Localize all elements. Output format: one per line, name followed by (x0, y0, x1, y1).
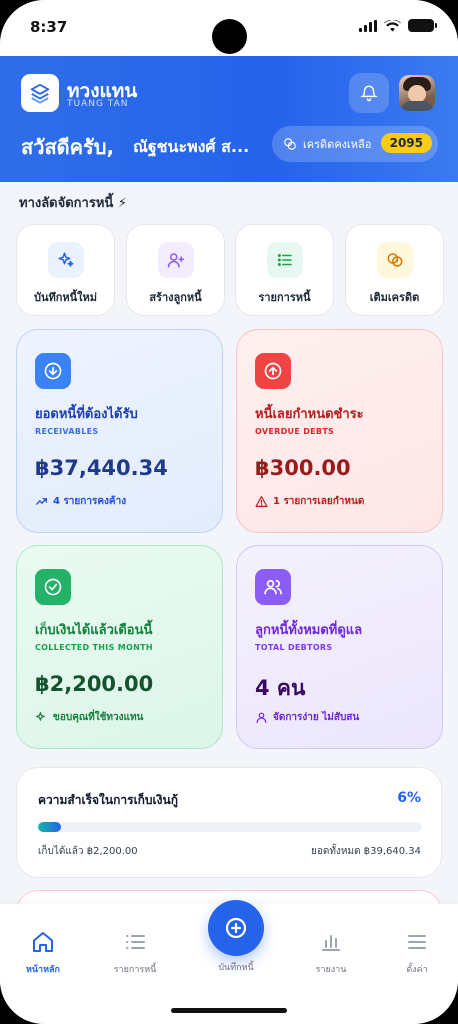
shortcut-label: รายการหนี้ (258, 291, 311, 304)
card-title: ลูกหนี้ทั้งหมดที่ดูแล (255, 623, 363, 638)
trend-up-icon (35, 498, 48, 505)
tab-home[interactable]: หน้าหลัก (8, 930, 78, 976)
app-header: ทวงแทน TUANG TAN สวัสดีครับ, ณัฐชนะพงศ์ … (0, 56, 458, 182)
home-icon (33, 932, 53, 952)
progress-title: ความสำเร็จในการเก็บเงินกู้ (38, 793, 178, 807)
status-bar: 8:37 (0, 0, 458, 56)
card-footer: 1 รายการเลยกำหนด (255, 494, 364, 509)
shortcut-record-debt[interactable]: บันทึกหนี้ใหม่ (16, 224, 115, 316)
status-time: 8:37 (30, 18, 68, 36)
shortcut-label: เติมเครดิต (369, 291, 420, 304)
credit-label: เครดิตคงเหลือ (303, 138, 372, 151)
list-icon (267, 242, 303, 278)
card-footer-text: 1 รายการเลยกำหนด (273, 496, 365, 507)
card-footer: 4 รายการคงค้าง (35, 494, 126, 509)
arrow-up-circle-icon (255, 353, 291, 389)
sparkle-icon (48, 242, 84, 278)
layers-icon (30, 83, 50, 104)
card-title: ยอดหนี้ที่ต้องได้รับ (35, 407, 138, 422)
list-icon (126, 935, 145, 949)
menu-icon (408, 935, 426, 949)
shortcut-debt-list[interactable]: รายการหนี้ (235, 224, 334, 316)
collected-amount: เก็บได้แล้ว ฿2,200.00 (38, 846, 138, 857)
card-value: 4 คน (255, 676, 306, 700)
notification-button[interactable] (349, 73, 389, 113)
check-circle-icon (35, 569, 71, 605)
add-user-icon (158, 242, 194, 278)
sparkle-icon (36, 712, 45, 721)
card-subtitle: TOTAL DEBTORS (255, 643, 333, 652)
card-footer: ขอบคุณที่ใช้ทวงแทน (35, 710, 143, 725)
arrow-down-circle-icon (35, 353, 71, 389)
progress-percent: 6% (397, 790, 421, 806)
bar-chart-icon (322, 935, 340, 951)
camera-notch (212, 19, 247, 54)
card-footer-text: 4 รายการคงค้าง (53, 496, 127, 507)
shortcut-label: บันทึกหนี้ใหม่ (33, 291, 98, 304)
total-debtors-card[interactable]: ลูกหนี้ทั้งหมดที่ดูแล TOTAL DEBTORS 4 คน… (236, 545, 443, 749)
user-icon (256, 712, 267, 723)
fab-label: บันทึกหนี้ (218, 963, 254, 973)
tab-label: รายงาน (315, 965, 347, 975)
tab-reports[interactable]: รายงาน (296, 930, 366, 976)
tab-label: รายการหนี้ (113, 965, 157, 975)
record-debt-fab[interactable] (208, 900, 264, 956)
bell-icon (360, 85, 378, 102)
app-logo (21, 74, 59, 112)
card-footer-text: จัดการง่าย ไม่สับสน (273, 712, 360, 723)
bottom-tab-bar: หน้าหลัก รายการหนี้ บันทึกหนี้ รายงาน ตั… (0, 900, 458, 1024)
user-name: ณัฐชนะพงศ์ ส... (133, 137, 250, 156)
warning-icon (255, 496, 268, 507)
tab-debt-list[interactable]: รายการหนี้ (100, 930, 170, 976)
shortcut-label: สร้างลูกหนี้ (149, 291, 202, 304)
card-subtitle: RECEIVABLES (35, 427, 99, 436)
brand-subtitle: TUANG TAN (67, 99, 129, 109)
phone-screen: 8:37 ทวงแทน TUANG TAN สวัสดีครับ, ณัฐชนะ… (0, 0, 458, 1024)
tab-label: หน้าหลัก (25, 965, 61, 975)
card-value: ฿37,440.34 (35, 456, 168, 480)
shortcut-top-up-credit[interactable]: เติมเครดิต (345, 224, 444, 316)
wifi-icon (384, 19, 401, 31)
coins-icon (284, 138, 296, 150)
credit-balance-pill[interactable]: เครดิตคงเหลือ 2095 (272, 126, 438, 162)
card-title: เก็บเงินได้แล้วเดือนนี้ (35, 623, 153, 638)
users-icon (255, 569, 291, 605)
total-amount: ยอดทั้งหมด ฿39,640.34 (311, 846, 421, 857)
plus-circle-icon (225, 917, 247, 939)
progress-track (38, 822, 422, 832)
home-indicator (171, 1008, 287, 1013)
card-subtitle: OVERDUE DEBTS (255, 427, 335, 436)
greeting-text: สวัสดีครับ, (21, 135, 115, 159)
receivables-card[interactable]: ยอดหนี้ที่ต้องได้รับ RECEIVABLES ฿37,440… (16, 329, 223, 533)
credit-value-badge: 2095 (380, 133, 432, 153)
overdue-card[interactable]: หนี้เลยกำหนดชำระ OVERDUE DEBTS ฿300.00 1… (236, 329, 443, 533)
shortcuts-title: ทางลัดจัดการหนี้ ⚡ (19, 196, 127, 211)
coins-icon (377, 242, 413, 278)
card-value: ฿300.00 (255, 456, 351, 480)
tab-label: ตั้งค่า (406, 965, 428, 975)
battery-icon (408, 19, 437, 32)
user-avatar[interactable] (399, 75, 435, 111)
progress-fill (38, 822, 62, 832)
collection-progress-card: ความสำเร็จในการเก็บเงินกู้ 6% เก็บได้แล้… (16, 767, 442, 878)
card-value: ฿2,200.00 (35, 672, 154, 696)
signal-icon (359, 19, 377, 32)
tab-settings[interactable]: ตั้งค่า (382, 930, 452, 976)
shortcut-create-debtor[interactable]: สร้างลูกหนี้ (126, 224, 225, 316)
card-footer-text: ขอบคุณที่ใช้ทวงแทน (53, 712, 144, 723)
card-title: หนี้เลยกำหนดชำระ (255, 407, 364, 422)
card-subtitle: COLLECTED THIS MONTH (35, 643, 153, 652)
collected-card[interactable]: เก็บเงินได้แล้วเดือนนี้ COLLECTED THIS M… (16, 545, 223, 749)
status-icons (359, 19, 437, 32)
card-footer: จัดการง่าย ไม่สับสน (255, 710, 359, 725)
